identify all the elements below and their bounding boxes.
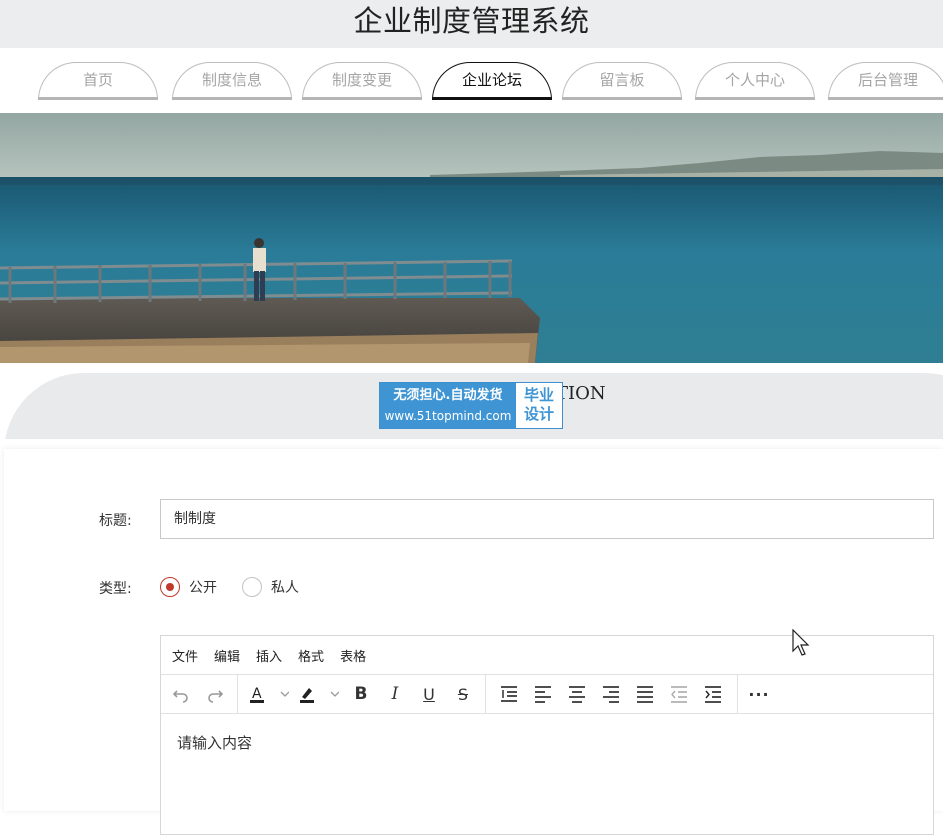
- hero-banner-image: [0, 113, 943, 363]
- radio-public-label: 公开: [189, 580, 217, 596]
- watermark-right-line2: 设计: [523, 405, 554, 423]
- title-input[interactable]: 制制度: [160, 499, 934, 539]
- watermark-badge: 无须担心.自动发货 www.51topmind.com 毕业 设计: [379, 382, 563, 429]
- menu-edit[interactable]: 编辑: [214, 646, 240, 665]
- watermark-line2: www.51topmind.com: [384, 409, 512, 423]
- align-right-icon[interactable]: [597, 675, 625, 713]
- app-title: 企业制度管理系统: [353, 4, 590, 38]
- toolbar-separator: [485, 675, 486, 713]
- line-height-icon[interactable]: [495, 675, 523, 713]
- redo-icon[interactable]: [201, 675, 229, 713]
- watermark-line1: 无须担心.自动发货: [393, 388, 503, 403]
- align-left-icon[interactable]: [529, 675, 557, 713]
- radio-private-dot[interactable]: [242, 577, 262, 597]
- radio-public[interactable]: 公开: [160, 577, 217, 597]
- watermark-left: 无须担心.自动发货 www.51topmind.com: [380, 383, 516, 428]
- undo-icon[interactable]: [167, 675, 195, 713]
- radio-private[interactable]: 私人: [242, 577, 299, 597]
- outdent-icon[interactable]: [665, 675, 693, 713]
- italic-icon[interactable]: I: [381, 675, 409, 713]
- editor-menubar: 文件 编辑 插入 格式 表格: [161, 636, 933, 674]
- align-center-icon[interactable]: [563, 675, 591, 713]
- tab-policy-change[interactable]: 制度变更: [302, 62, 422, 100]
- bold-icon[interactable]: B: [347, 675, 375, 713]
- section-subtitle-band: TION 无须担心.自动发货 www.51topmind.com 毕业 设计: [0, 363, 943, 439]
- rich-text-editor: 文件 编辑 插入 格式 表格 A B I U S ··· 请输入内容: [160, 635, 934, 835]
- section-subtitle: TION: [556, 383, 606, 404]
- radio-private-label: 私人: [271, 580, 299, 596]
- app-header: 企业制度管理系统: [0, 0, 943, 48]
- menu-file[interactable]: 文件: [172, 646, 198, 665]
- watermark-right-line1: 毕业: [523, 386, 554, 404]
- tab-personal-center[interactable]: 个人中心: [695, 62, 815, 100]
- tab-admin[interactable]: 后台管理: [828, 62, 943, 100]
- mouse-cursor-icon: [792, 629, 810, 656]
- editor-content-area[interactable]: 请输入内容: [161, 714, 933, 771]
- menu-format[interactable]: 格式: [298, 646, 324, 665]
- more-icon[interactable]: ···: [745, 675, 773, 713]
- menu-insert[interactable]: 插入: [256, 646, 282, 665]
- align-justify-icon[interactable]: [631, 675, 659, 713]
- toolbar-separator: [237, 675, 238, 713]
- radio-public-dot[interactable]: [160, 577, 180, 597]
- text-color-icon[interactable]: A: [245, 675, 291, 713]
- tab-home[interactable]: 首页: [38, 62, 158, 100]
- strikethrough-icon[interactable]: S: [449, 675, 477, 713]
- svg-text:A: A: [252, 686, 262, 702]
- watermark-right: 毕业 设计: [516, 383, 562, 428]
- title-label: 标题:: [99, 513, 132, 529]
- tab-policy-info[interactable]: 制度信息: [172, 62, 292, 100]
- main-nav: 首页 制度信息 制度变更 企业论坛 留言板 个人中心 后台管理: [0, 48, 943, 113]
- underline-icon[interactable]: U: [415, 675, 443, 713]
- type-label: 类型:: [99, 581, 132, 597]
- highlight-color-icon[interactable]: [295, 675, 341, 713]
- editor-toolbar: A B I U S ···: [161, 674, 933, 714]
- tab-forum[interactable]: 企业论坛: [432, 62, 552, 100]
- menu-table[interactable]: 表格: [340, 646, 366, 665]
- indent-icon[interactable]: [699, 675, 727, 713]
- toolbar-separator: [737, 675, 738, 713]
- tab-message-board[interactable]: 留言板: [562, 62, 682, 100]
